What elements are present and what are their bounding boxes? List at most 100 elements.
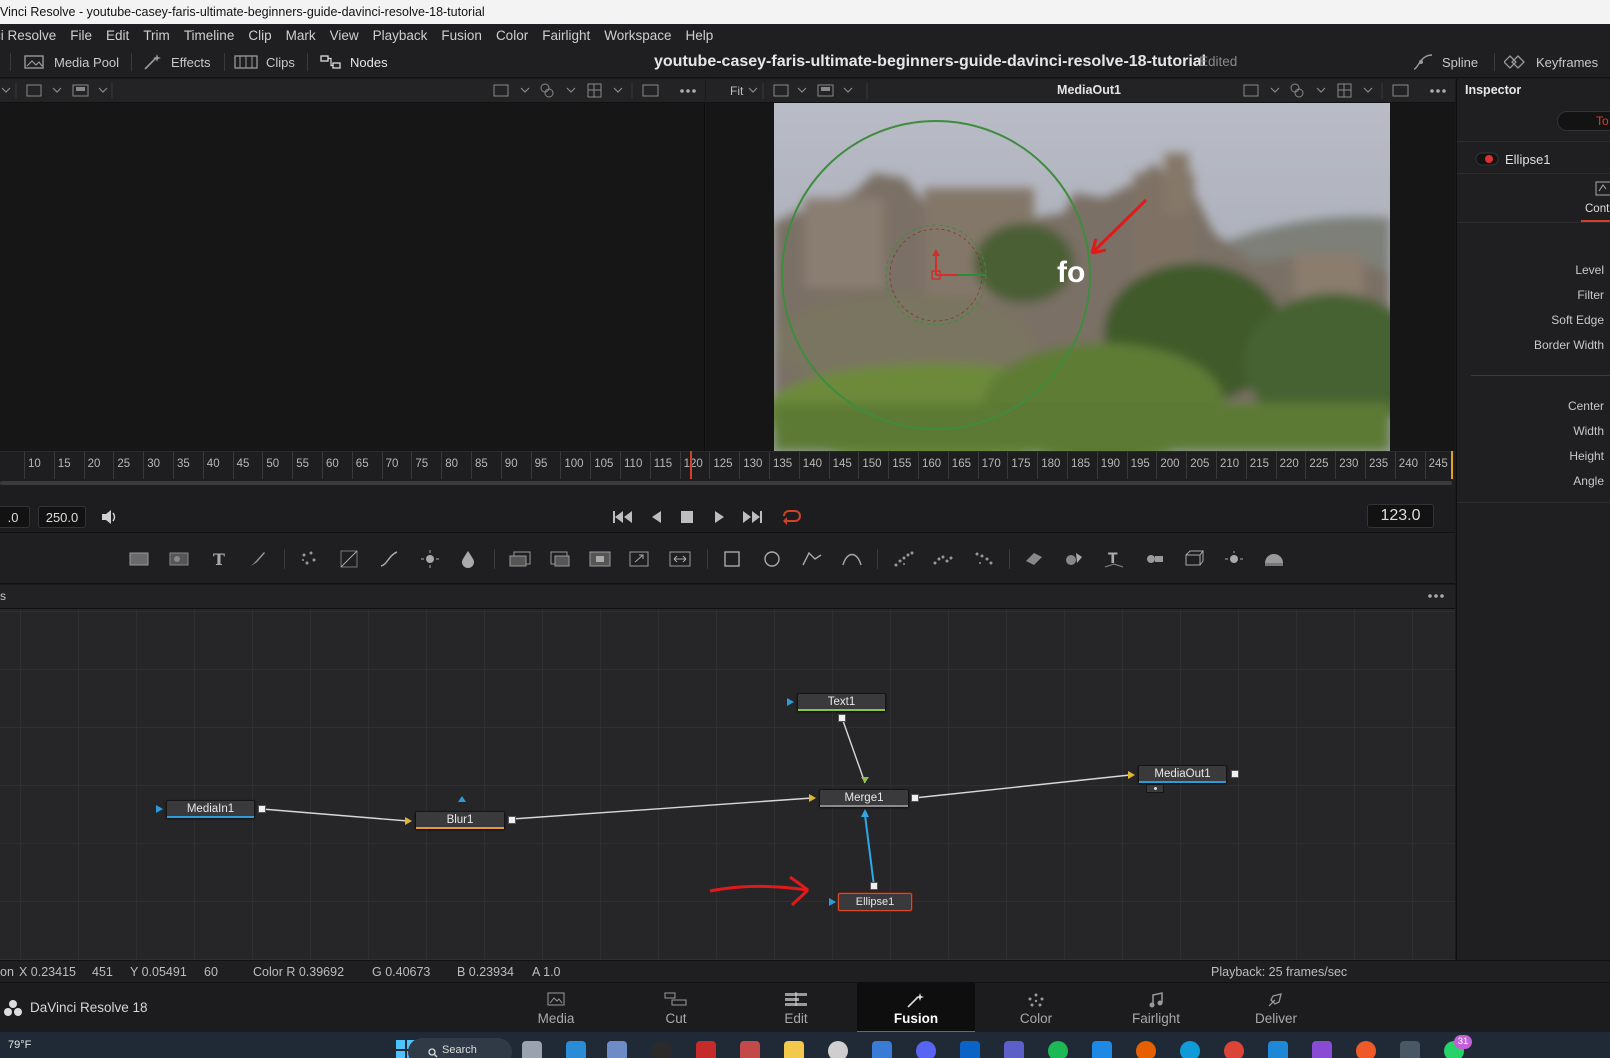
bspline-mask-icon[interactable] xyxy=(840,547,864,571)
node-merge1[interactable]: Merge1 xyxy=(819,789,909,807)
outlook-icon[interactable] xyxy=(960,1041,980,1058)
background-tool-icon[interactable] xyxy=(127,547,151,571)
menu-trim[interactable]: Trim xyxy=(143,28,170,43)
keyframes-button[interactable]: Keyframes xyxy=(1504,46,1598,78)
effects-button[interactable]: Effects xyxy=(143,46,211,78)
page-tab-fairlight[interactable]: Fairlight xyxy=(1097,983,1215,1033)
page-tab-edit[interactable]: Edit xyxy=(737,983,855,1033)
app-icon-blue[interactable] xyxy=(566,1041,586,1058)
left-viewer-controls[interactable] xyxy=(0,79,705,103)
firefox-icon[interactable] xyxy=(1136,1041,1156,1058)
media-pool-button[interactable]: Media Pool xyxy=(24,46,119,78)
page-tab-fusion[interactable]: Fusion xyxy=(857,983,975,1033)
node-text1[interactable]: Text1 xyxy=(797,693,886,711)
menu-file[interactable]: File xyxy=(70,28,92,43)
node-mediaout1-viewer-indicator[interactable] xyxy=(1146,784,1164,793)
playhead[interactable] xyxy=(690,451,692,479)
light-3d-icon[interactable] xyxy=(1222,547,1246,571)
node-ellipse1-output[interactable] xyxy=(870,882,878,890)
left-viewer[interactable] xyxy=(0,103,705,451)
loop-icon[interactable] xyxy=(780,507,802,528)
app-icon-red[interactable] xyxy=(696,1041,716,1058)
current-frame-field[interactable]: 123.0 xyxy=(1367,504,1434,528)
render-start-field[interactable]: .0 xyxy=(0,506,30,528)
particle-style-icon[interactable] xyxy=(971,547,995,571)
node-text1-output[interactable] xyxy=(838,714,846,722)
time-ruler[interactable]: 10 15 20 25 30 35 40 45 50 55 60 65 70 75 80 85 90 95 100 1… xyxy=(0,451,1455,479)
particle-emitter-icon[interactable] xyxy=(891,547,915,571)
node-editor-canvas[interactable]: Text1 MediaIn1 Blur1 Merge1 MediaOut1 El… xyxy=(0,609,1455,960)
render-end-field[interactable]: 250.0 xyxy=(38,506,86,528)
davinci-app-icon[interactable] xyxy=(652,1041,672,1058)
node-blur1-output[interactable] xyxy=(508,816,516,824)
nodes-options-icon[interactable] xyxy=(1425,587,1447,608)
teams-icon[interactable] xyxy=(1004,1041,1024,1058)
app-icon-pink[interactable] xyxy=(740,1041,760,1058)
volume-icon[interactable] xyxy=(100,508,120,529)
menu-fusion[interactable]: Fusion xyxy=(441,28,482,43)
play-icon[interactable] xyxy=(712,509,726,528)
merge-tool-icon[interactable] xyxy=(588,547,612,571)
node-merge1-output[interactable] xyxy=(911,794,919,802)
brightness-icon[interactable] xyxy=(418,547,442,571)
renderer-3d-icon[interactable] xyxy=(1182,547,1206,571)
node-blur1[interactable]: Blur1 xyxy=(415,811,505,829)
right-viewer-controls[interactable] xyxy=(706,79,1455,103)
stop-icon[interactable] xyxy=(680,510,694,527)
menu-view[interactable]: View xyxy=(330,28,359,43)
app-icon-mail[interactable] xyxy=(607,1041,627,1058)
polygon-mask-icon[interactable] xyxy=(800,547,824,571)
saver-icon[interactable] xyxy=(548,547,572,571)
taskbar-search-box[interactable]: Search xyxy=(408,1038,512,1058)
text-tool-icon[interactable]: T xyxy=(207,547,231,571)
file-explorer-icon[interactable] xyxy=(784,1041,804,1058)
node-mediain1[interactable]: MediaIn1 xyxy=(166,800,255,818)
menu-edit[interactable]: Edit xyxy=(106,28,129,43)
inspector-tools-tab[interactable]: To xyxy=(1557,111,1610,131)
timeline-track[interactable] xyxy=(0,479,1455,486)
app-icon-check[interactable] xyxy=(1092,1041,1112,1058)
color-correct-icon[interactable] xyxy=(377,547,401,571)
menu-app[interactable]: ci Resolve xyxy=(0,28,56,43)
particle-render-icon[interactable] xyxy=(931,547,955,571)
play-reverse-icon[interactable] xyxy=(650,509,664,528)
color-curves-icon[interactable] xyxy=(337,547,361,571)
text-3d-icon[interactable]: T xyxy=(1102,547,1126,571)
weather-temperature[interactable]: 79°F xyxy=(8,1039,31,1051)
controls-tab-icon[interactable] xyxy=(1595,181,1610,200)
menu-mark[interactable]: Mark xyxy=(286,28,316,43)
page-tab-color[interactable]: Color xyxy=(977,983,1095,1033)
render-end-marker[interactable] xyxy=(1451,451,1453,479)
menu-clip[interactable]: Clip xyxy=(248,28,271,43)
loader-icon[interactable] xyxy=(508,547,532,571)
resize-icon[interactable] xyxy=(668,547,692,571)
chrome-icon[interactable] xyxy=(1224,1041,1244,1058)
particle-tool-icon[interactable] xyxy=(297,547,321,571)
go-to-start-icon[interactable] xyxy=(612,509,634,528)
spotify-icon[interactable] xyxy=(1048,1041,1068,1058)
shape-3d-icon[interactable] xyxy=(1022,547,1046,571)
calendar-icon[interactable] xyxy=(872,1041,892,1058)
transform-icon[interactable] xyxy=(628,547,652,571)
page-tab-media[interactable]: Media xyxy=(497,983,615,1033)
discord-icon[interactable] xyxy=(916,1041,936,1058)
node-mediaout1[interactable]: MediaOut1 xyxy=(1138,765,1227,783)
tool-active-indicator[interactable] xyxy=(1475,152,1499,169)
go-to-end-icon[interactable] xyxy=(741,509,763,528)
spline-button[interactable]: Spline xyxy=(1412,46,1478,78)
visual-studio-icon[interactable] xyxy=(1312,1041,1332,1058)
clips-button[interactable]: Clips xyxy=(234,46,295,78)
menu-timeline[interactable]: Timeline xyxy=(184,28,235,43)
menu-help[interactable]: Help xyxy=(686,28,714,43)
fast-noise-tool-icon[interactable] xyxy=(167,547,191,571)
range-bar[interactable] xyxy=(0,481,1452,485)
page-tab-cut[interactable]: Cut xyxy=(617,983,735,1033)
app-icon-download[interactable] xyxy=(1400,1041,1420,1058)
app-icon-orange[interactable] xyxy=(1356,1041,1376,1058)
menu-color[interactable]: Color xyxy=(496,28,528,43)
page-tab-deliver[interactable]: Deliver xyxy=(1217,983,1335,1033)
clock-app-icon[interactable] xyxy=(828,1041,848,1058)
node-mediain1-output[interactable] xyxy=(258,805,266,813)
rectangle-mask-icon[interactable] xyxy=(720,547,744,571)
merge-3d-icon[interactable] xyxy=(1062,547,1086,571)
